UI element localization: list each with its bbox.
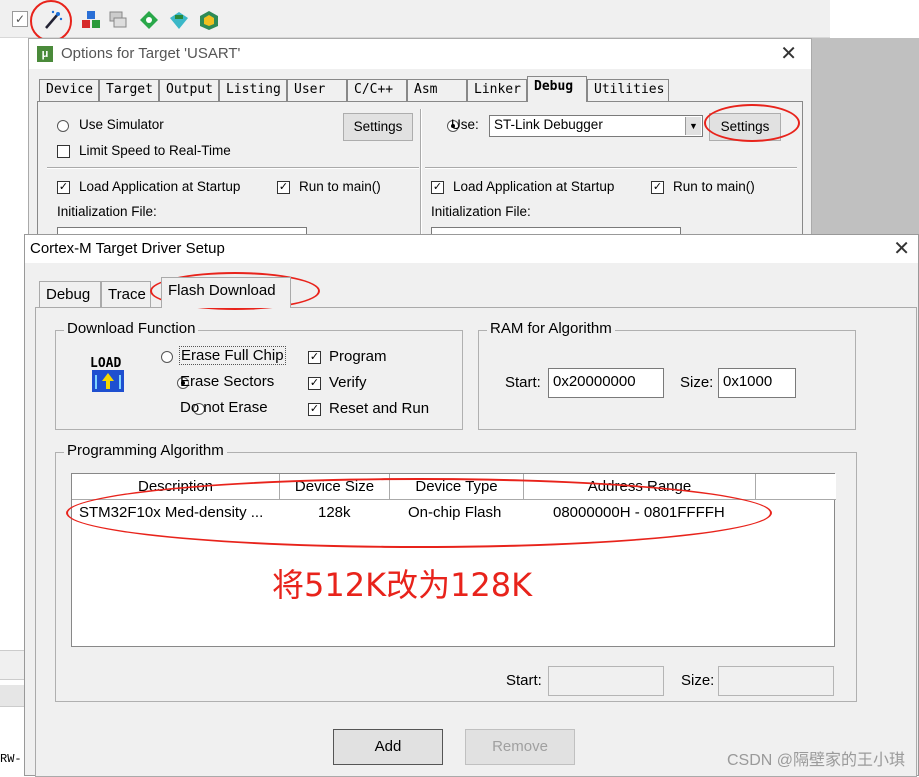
- ram-size-label: Size:: [680, 374, 714, 391]
- use-label: Use:: [451, 117, 479, 132]
- highlight-ellipse-settings: [704, 104, 800, 142]
- ram-size-input[interactable]: 0x1000: [718, 368, 796, 398]
- load-app-label-left: Load Application at Startup: [79, 179, 241, 194]
- simulator-settings-button[interactable]: Settings: [343, 113, 413, 141]
- tab-flash-download[interactable]: Flash Download: [161, 277, 291, 308]
- right-separator: [425, 167, 797, 169]
- panel-separator: [420, 109, 422, 237]
- algo-size-input: [718, 666, 834, 696]
- run-to-main-checkbox-right[interactable]: ✓: [651, 181, 664, 194]
- load-app-checkbox-left[interactable]: ✓: [57, 181, 70, 194]
- limit-speed-label: Limit Speed to Real-Time: [79, 143, 231, 158]
- run-to-main-label-right: Run to main(): [673, 179, 755, 194]
- init-file-label-right: Initialization File:: [431, 204, 531, 219]
- cortex-titlebar: Cortex-M Target Driver Setup ✕: [25, 235, 918, 263]
- debugger-select[interactable]: ST-Link Debugger ▼: [489, 115, 703, 137]
- reset-and-run-label: Reset and Run: [329, 400, 430, 417]
- reset-and-run-checkbox[interactable]: ✓: [308, 403, 321, 416]
- run-to-main-checkbox-left[interactable]: ✓: [277, 181, 290, 194]
- left-separator: [47, 167, 419, 169]
- debugger-select-value: ST-Link Debugger: [494, 117, 603, 132]
- algo-start-input: [548, 666, 664, 696]
- manage-components-icon[interactable]: [80, 9, 102, 31]
- tab-linker[interactable]: Linker: [467, 79, 527, 101]
- tab-listing[interactable]: Listing: [219, 79, 287, 101]
- algo-size-label: Size:: [681, 672, 715, 689]
- program-label: Program: [329, 348, 387, 365]
- limit-speed-checkbox[interactable]: [57, 145, 70, 158]
- main-toolbar: ✓: [0, 0, 830, 38]
- tab-cpp[interactable]: C/C++: [347, 79, 407, 101]
- column-header-empty: [756, 474, 836, 500]
- cortex-title: Cortex-M Target Driver Setup: [30, 240, 225, 257]
- load-app-label-right: Load Application at Startup: [453, 179, 615, 194]
- programming-algorithm-title: Programming Algorithm: [64, 442, 227, 459]
- erase-sectors-label: Erase Sectors: [180, 373, 275, 390]
- ram-for-algorithm-title: RAM for Algorithm: [487, 320, 615, 337]
- tab-user[interactable]: User: [287, 79, 347, 101]
- tab-debug[interactable]: Debug: [39, 281, 101, 307]
- load-app-checkbox-right[interactable]: ✓: [431, 181, 444, 194]
- download-function-title: Download Function: [64, 320, 199, 337]
- watermark: CSDN @隔壁家的王小琪: [726, 752, 905, 769]
- rw-text: RW-: [0, 752, 22, 766]
- tab-output[interactable]: Output: [159, 79, 219, 101]
- load-icon-text: LOAD: [90, 356, 121, 371]
- options-title: Options for Target 'USART': [61, 45, 241, 62]
- pack-installer-icon[interactable]: [198, 9, 220, 31]
- highlight-circle-wand: [30, 0, 72, 42]
- stacked-windows-icon[interactable]: [108, 9, 130, 31]
- tab-device[interactable]: Device: [39, 79, 99, 101]
- annotation-note: 将512K改为128K: [272, 566, 533, 604]
- do-not-erase-label: Do not Erase: [180, 399, 268, 416]
- highlight-ellipse-algorithm-row: [66, 478, 772, 548]
- tab-asm[interactable]: Asm: [407, 79, 467, 101]
- close-icon[interactable]: ✕: [780, 44, 797, 64]
- remove-button[interactable]: Remove: [465, 729, 575, 765]
- green-diamond-icon[interactable]: [138, 9, 160, 31]
- verify-label: Verify: [329, 374, 367, 391]
- algo-start-label: Start:: [506, 672, 542, 689]
- run-to-main-label-left: Run to main(): [299, 179, 381, 194]
- tab-target[interactable]: Target: [99, 79, 159, 101]
- tab-trace[interactable]: Trace: [101, 281, 151, 307]
- background-area: [810, 38, 919, 238]
- tab-utilities[interactable]: Utilities: [587, 79, 669, 101]
- dropdown-check-icon[interactable]: ✓: [12, 11, 28, 27]
- close-icon[interactable]: ✕: [893, 239, 910, 259]
- ram-start-label: Start:: [505, 374, 541, 391]
- load-icon: LOAD: [90, 356, 124, 392]
- tab-debug[interactable]: Debug: [527, 76, 587, 102]
- init-file-label-left: Initialization File:: [57, 204, 157, 219]
- options-titlebar: μ Options for Target 'USART' ✕: [29, 39, 811, 69]
- keil-app-icon: μ: [37, 46, 53, 62]
- erase-full-chip-radio[interactable]: [161, 351, 173, 363]
- chevron-down-icon[interactable]: ▼: [685, 117, 701, 135]
- diamond-pack-icon[interactable]: [168, 9, 190, 31]
- verify-checkbox[interactable]: ✓: [308, 377, 321, 390]
- use-simulator-label: Use Simulator: [79, 117, 164, 132]
- erase-full-chip-label: Erase Full Chip: [179, 346, 286, 365]
- options-for-target-window: μ Options for Target 'USART' ✕ Device Ta…: [28, 38, 812, 239]
- add-button[interactable]: Add: [333, 729, 443, 765]
- program-checkbox[interactable]: ✓: [308, 351, 321, 364]
- ram-start-input[interactable]: 0x20000000: [548, 368, 664, 398]
- use-simulator-radio[interactable]: [57, 120, 69, 132]
